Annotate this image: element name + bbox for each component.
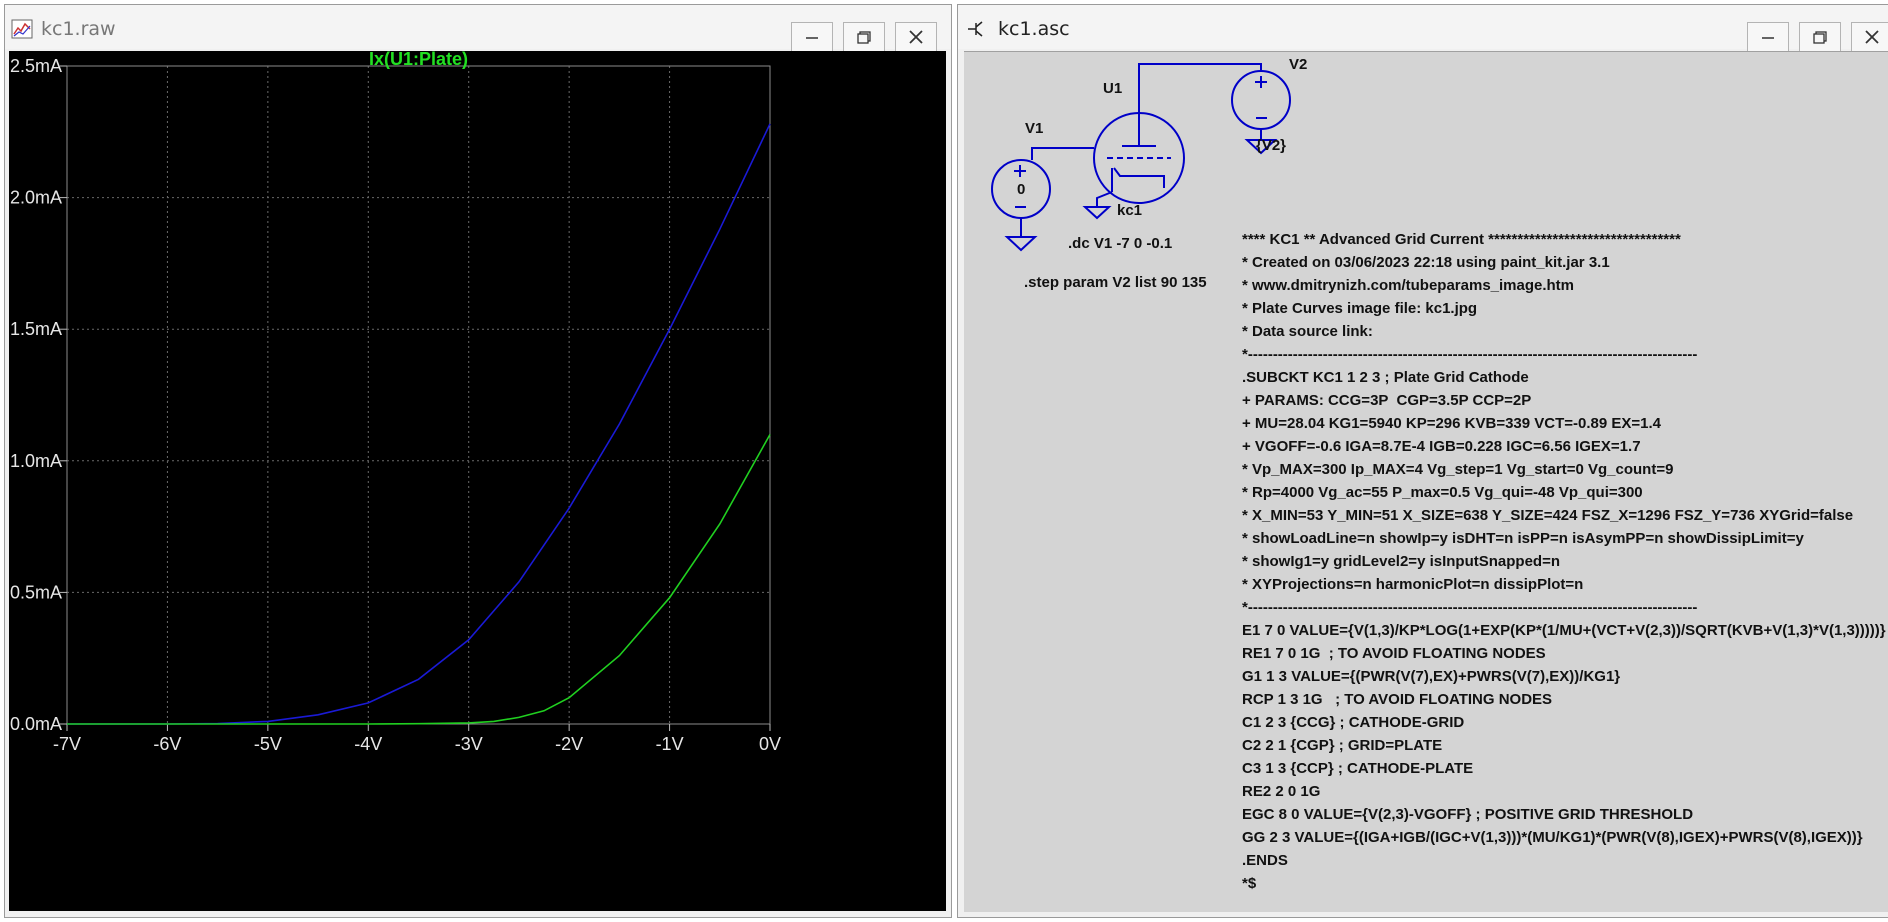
x-tick-label: -6V [153,734,181,754]
netlist-line: RE2 2 0 1G [1242,783,1321,800]
v2-label[interactable]: V2 [1289,56,1307,73]
y-tick-label: 0.5mA [10,582,62,602]
netlist-line: * XYProjections=n harmonicPlot=n dissipP… [1242,576,1584,593]
restore-icon [857,31,871,44]
netlist-line: GG 2 3 VALUE={(IGA+IGB/(IGC+V(1,3)))*(MU… [1242,829,1863,846]
netlist-line: .ENDS [1242,852,1288,869]
plot-area[interactable]: -7V -6V -5V -4V -3V -2V -1V 0V 0.0mA 0.5mA 1.0mA 1.… [9,51,946,911]
y-tick-label: 1.0mA [10,451,62,471]
maximize-button[interactable] [1799,22,1841,52]
close-icon [1865,30,1879,44]
netlist-line: + MU=28.04 KG1=5940 KP=296 KVB=339 VCT=-… [1242,415,1662,432]
netlist-line: * showIg1=y gridLevel2=y isInputSnapped=… [1242,553,1561,570]
x-tick-label: -3V [455,734,483,754]
netlist-line: * Plate Curves image file: kc1.jpg [1242,300,1478,317]
netlist-line: .SUBCKT KC1 1 2 3 ; Plate Grid Cathode [1242,369,1529,386]
netlist-line: * X_MIN=53 Y_MIN=51 X_SIZE=638 Y_SIZE=42… [1242,507,1854,524]
y-tick-label: 2.5mA [10,56,62,76]
netlist-line: * www.dmitrynizh.com/tubeparams_image.ht… [1242,277,1575,294]
netlist-line: * Created on 03/06/2023 22:18 using pain… [1242,254,1610,271]
schematic-canvas[interactable]: U1 V1 V2 0 {V2} kc1 .dc V1 -7 0 -0.1 .st… [964,51,1888,912]
schematic-titlebar[interactable]: kc1.asc [958,5,1888,52]
netlist-line: C3 1 3 {CCP} ; CATHODE-PLATE [1242,760,1474,777]
u1-label[interactable]: U1 [1103,80,1122,97]
close-button[interactable] [1851,22,1888,52]
series-line-1 [67,434,771,725]
netlist-line: RCP 1 3 1G ; TO AVOID FLOATING NODES [1242,691,1553,708]
netlist-line: * Data source link: [1242,323,1373,340]
netlist-line: G1 1 3 VALUE={(PWR(V(7),EX)+PWRS(V(7),EX… [1242,668,1621,685]
netlist-line: * showLoadLine=n showIp=y isDHT=n isPP=n… [1242,530,1804,547]
waveform-chart[interactable]: -7V -6V -5V -4V -3V -2V -1V 0V 0.0mA 0.5mA 1.0mA 1.… [9,51,946,911]
series-line-0 [67,123,771,725]
netlist-line: + VGOFF=-0.6 IGA=8.7E-4 IGB=0.228 IGC=6.… [1242,438,1641,455]
x-tick-label: -2V [555,734,583,754]
x-tick-label: -1V [656,734,684,754]
chart-title: Ix(U1:Plate) [369,51,468,69]
netlist-line: *$ [1242,875,1257,892]
y-tick-label: 0.0mA [10,714,62,734]
close-button[interactable] [895,22,937,52]
netlist-line: * Vp_MAX=300 Ip_MAX=4 Vg_step=1 Vg_start… [1242,461,1674,478]
waveform-window: kc1.raw -7V -6V -5V -4V -3V -2V -1V 0V 0.0mA 0.5m… [4,4,952,918]
voltage-source-v1-symbol[interactable] [991,159,1051,252]
y-tick-label: 1.5mA [10,319,62,339]
maximize-button[interactable] [843,22,885,52]
v1-label[interactable]: V1 [1025,120,1043,137]
y-tick-label: 2.0mA [10,188,62,208]
minimize-icon [806,37,818,39]
u1-model-label[interactable]: kc1 [1117,202,1142,219]
dc-directive[interactable]: .dc V1 -7 0 -0.1 [1068,235,1172,252]
netlist-line: RE1 7 0 1G ; TO AVOID FLOATING NODES [1242,645,1546,662]
step-directive[interactable]: .step param V2 list 90 135 [1024,274,1207,291]
x-tick-label: -4V [354,734,382,754]
waveform-titlebar[interactable]: kc1.raw [5,5,951,52]
netlist-line: E1 7 0 VALUE={V(1,3)/KP*LOG(1+EXP(KP*(1/… [1242,622,1886,639]
schematic-window: kc1.asc U1 V1 V2 0 {V2} kc1 .dc V1 -7 0 … [957,4,1888,918]
netlist-line: EGC 8 0 VALUE={V(2,3)-VGOFF} ; POSITIVE … [1242,806,1694,823]
waveform-window-title: kc1.raw [41,18,116,40]
restore-icon [1813,31,1827,44]
netlist-line: *---------------------------------------… [1242,599,1698,616]
waveform-app-icon [11,19,33,39]
subckt-netlist-text[interactable]: **** KC1 ** Advanced Grid Current ******… [1242,228,1886,895]
minimize-button[interactable] [791,22,833,52]
x-tick-label: -5V [254,734,282,754]
v2-value-label[interactable]: {V2} [1256,137,1286,154]
netlist-line: + PARAMS: CCG=3P CGP=3.5P CCP=2P [1242,392,1532,409]
close-icon [909,30,923,44]
x-tick-label: -7V [53,734,81,754]
minimize-icon [1762,37,1774,39]
schematic-app-icon [968,21,983,37]
netlist-line: *---------------------------------------… [1242,346,1698,363]
schematic-window-title: kc1.asc [998,18,1070,40]
minimize-button[interactable] [1747,22,1789,52]
netlist-line: **** KC1 ** Advanced Grid Current ******… [1242,231,1681,248]
netlist-line: C1 2 3 {CCG} ; CATHODE-GRID [1242,714,1465,731]
x-tick-label: 0V [759,734,781,754]
v1-value-label[interactable]: 0 [1017,181,1025,198]
netlist-line: * Rp=4000 Vg_ac=55 P_max=0.5 Vg_qui=-48 … [1242,484,1643,501]
netlist-line: C2 2 1 {CGP} ; GRID=PLATE [1242,737,1443,754]
plot-frame [66,65,771,725]
